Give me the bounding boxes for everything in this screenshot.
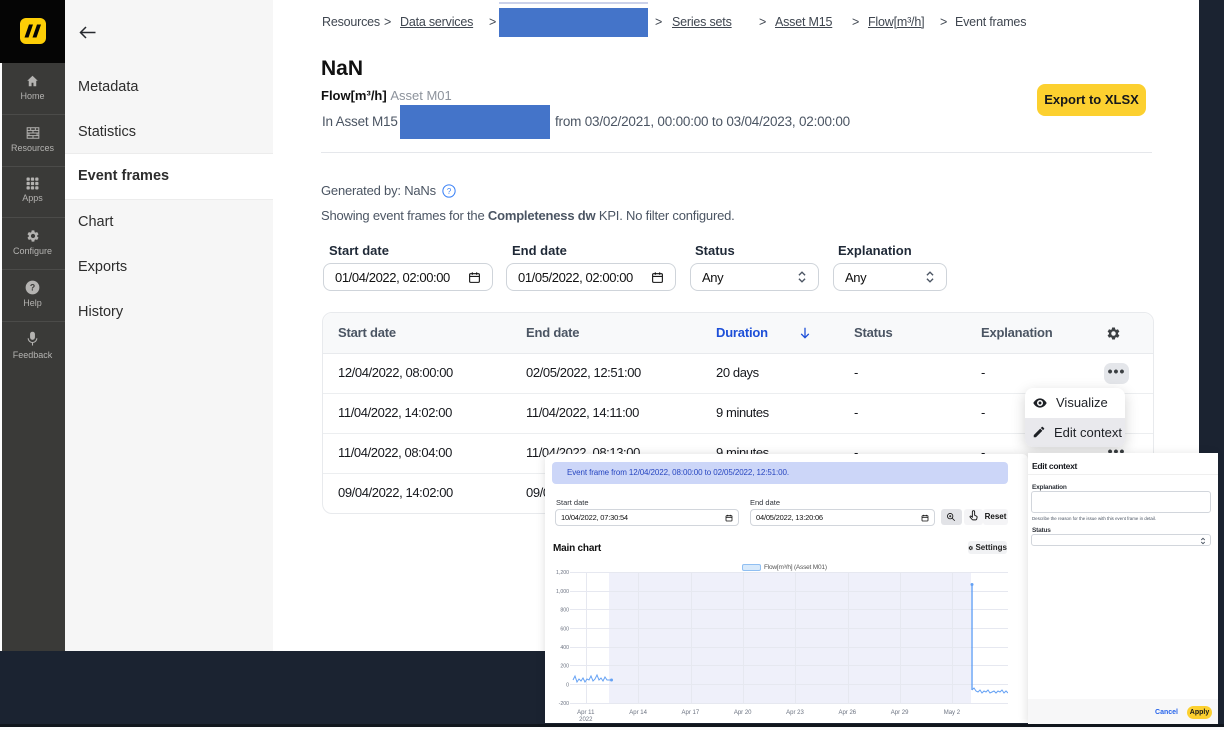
svg-text:400: 400 [560,645,569,651]
svg-text:Apr 11: Apr 11 [577,710,595,716]
svg-text:Apr 29: Apr 29 [891,710,909,716]
svg-text:600: 600 [560,626,569,632]
svg-text:Apr 23: Apr 23 [786,710,804,716]
svg-text:200: 200 [560,664,569,670]
svg-text:Apr 17: Apr 17 [682,710,700,716]
svg-text:1,200: 1,200 [556,570,569,576]
svg-text:?: ? [30,283,35,293]
svg-text:-200: -200 [559,701,569,707]
svg-text:?: ? [447,186,452,195]
svg-text:2022: 2022 [579,717,593,723]
svg-text:800: 800 [560,608,569,614]
svg-text:Apr 14: Apr 14 [629,710,647,716]
svg-text:Apr 26: Apr 26 [838,710,856,716]
svg-text:0: 0 [566,682,569,688]
svg-text:May 2: May 2 [944,710,961,716]
svg-text:Apr 20: Apr 20 [734,710,752,716]
svg-text:1,000: 1,000 [556,589,569,595]
